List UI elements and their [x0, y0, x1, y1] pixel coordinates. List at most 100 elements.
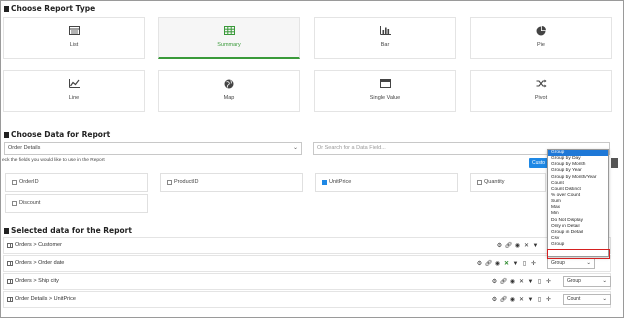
report-type-single-value-label: Single Value	[369, 95, 401, 101]
report-type-summary-card[interactable]: Summary	[158, 17, 300, 59]
gear-icon[interactable]: ⚙	[475, 260, 484, 268]
link-icon[interactable]: 🔗︎	[499, 278, 508, 286]
report-type-pie-label: Pie	[537, 42, 545, 48]
report-type-list-label: List	[69, 42, 79, 48]
delete-icon[interactable]: ▯	[535, 296, 544, 304]
selected-row-label: Orders > Ship city	[15, 278, 59, 284]
bar-chart-icon	[315, 26, 455, 36]
checkbox-orderid[interactable]	[12, 180, 17, 185]
report-builder-window: Choose Report Type List Summary Bar Pie …	[0, 0, 624, 318]
eye-icon[interactable]: ◉	[493, 260, 502, 268]
field-productid[interactable]: ProductID	[160, 173, 303, 192]
table-icon	[7, 261, 13, 266]
filter-icon[interactable]: ▼	[511, 260, 520, 268]
aggregate-select[interactable]: Count ⌄	[563, 294, 611, 305]
chevron-down-icon: ⌄	[602, 278, 607, 284]
row-toolbar: ⚙ 🔗︎ ◉ ✕ ▼ ▯ ✛	[490, 278, 553, 286]
chevron-down-icon: ⌄	[292, 145, 298, 151]
data-source-select[interactable]: Order Details ⌄	[4, 142, 302, 155]
selected-data-title: Selected data for the Report	[11, 226, 132, 235]
link-icon[interactable]: 🔗︎	[484, 260, 493, 268]
filter-icon[interactable]: ▼	[531, 242, 540, 250]
link-icon[interactable]: 🔗︎	[504, 242, 513, 250]
delete-icon[interactable]: ▯	[520, 260, 529, 268]
report-type-line-card[interactable]: Line	[3, 70, 145, 112]
checkbox-discount[interactable]	[12, 201, 17, 206]
gear-icon[interactable]: ⚙	[495, 242, 504, 250]
section-square-icon	[4, 6, 9, 12]
report-type-pie-card[interactable]: Pie	[470, 17, 612, 59]
move-icon[interactable]: ✛	[544, 278, 553, 286]
field-discount-label: Discount	[19, 200, 41, 206]
report-type-summary-label: Summary	[217, 42, 241, 48]
selected-row-unitprice[interactable]: Order Details > UnitPrice ⚙ 🔗︎ ◉ ✕ ▼ ▯ ✛ Count…	[3, 291, 611, 308]
chevron-down-icon: ⌄	[602, 296, 607, 302]
selected-data-heading: Selected data for the Report	[4, 226, 132, 235]
report-type-title: Choose Report Type	[11, 4, 96, 13]
aggregate-dropdown-list[interactable]: Group Group by Day Group by Month Group …	[547, 149, 609, 257]
filter-icon[interactable]: ▼	[526, 278, 535, 286]
report-type-list-card[interactable]: List	[3, 17, 145, 59]
search-placeholder: Or Search for a Data Field...	[317, 145, 386, 151]
close-icon[interactable]: ✕	[517, 296, 526, 304]
field-quantity-label: Quantity	[484, 179, 505, 185]
link-icon[interactable]: 🔗︎	[499, 296, 508, 304]
eye-icon[interactable]: ◉	[508, 296, 517, 304]
fields-hint-text: eck the fields you would like to use in …	[2, 158, 105, 163]
field-quantity[interactable]: Quantity	[470, 173, 546, 192]
report-type-heading: Choose Report Type	[4, 4, 95, 13]
report-type-map-card[interactable]: Map	[158, 70, 300, 112]
selected-row-order-date[interactable]: Orders > Order date ⚙ 🔗︎ ◉ ✕ ▼ ▯ ✛ Group ⌄	[3, 255, 611, 272]
selected-row-ship-city[interactable]: Orders > Ship city ⚙ 🔗︎ ◉ ✕ ▼ ▯ ✛ Group ⌄	[3, 273, 611, 290]
checkbox-unitprice[interactable]	[322, 180, 327, 185]
data-source-value: Order Details	[8, 145, 41, 151]
eye-icon[interactable]: ◉	[508, 278, 517, 286]
close-icon[interactable]: ✕	[517, 278, 526, 286]
custom-field-button[interactable]: Custo	[529, 158, 549, 168]
chevron-down-icon: ⌄	[586, 260, 591, 266]
delete-icon[interactable]: ▯	[535, 278, 544, 286]
move-icon[interactable]: ✛	[529, 260, 538, 268]
csv-highlight-box	[547, 249, 610, 259]
pie-chart-icon	[471, 26, 611, 36]
aggregate-select[interactable]: Group ⌄	[563, 276, 611, 287]
aggregate-value: Group	[551, 260, 565, 266]
report-type-pivot-card[interactable]: Pivot	[470, 70, 612, 112]
gear-icon[interactable]: ⚙	[490, 278, 499, 286]
dropdown-option[interactable]: Group	[548, 242, 608, 248]
report-type-single-value-card[interactable]: Single Value	[314, 70, 456, 112]
selected-row-label: Orders > Order date	[15, 260, 65, 266]
selected-row-customer[interactable]: Orders > Customer ⚙ 🔗︎ ◉ ✕ ▼	[3, 237, 611, 254]
checkbox-productid[interactable]	[167, 180, 172, 185]
globe-icon	[159, 79, 299, 89]
field-orderid[interactable]: OrderID	[5, 173, 148, 192]
report-type-bar-card[interactable]: Bar	[314, 17, 456, 59]
choose-data-title: Choose Data for Report	[11, 130, 111, 139]
close-icon[interactable]: ✕	[522, 242, 531, 250]
list-icon	[4, 26, 144, 36]
section-square-icon	[4, 132, 9, 138]
row-toolbar: ⚙ 🔗︎ ◉ ✕ ▼ ▯ ✛	[490, 296, 553, 304]
aggregate-value: Group	[567, 278, 581, 284]
report-type-map-label: Map	[223, 95, 235, 101]
selected-row-label: Order Details > UnitPrice	[15, 296, 76, 302]
eye-icon[interactable]: ◉	[513, 242, 522, 250]
field-unitprice[interactable]: UnitPrice	[315, 173, 458, 192]
filter-icon[interactable]: ▼	[526, 296, 535, 304]
line-chart-icon	[4, 79, 144, 89]
summary-grid-icon	[159, 26, 299, 36]
report-type-pivot-label: Pivot	[534, 95, 548, 101]
aggregate-select[interactable]: Group ⌄	[547, 258, 595, 269]
move-icon[interactable]: ✛	[544, 296, 553, 304]
field-discount[interactable]: Discount	[5, 194, 148, 213]
gear-icon[interactable]: ⚙	[490, 296, 499, 304]
checkbox-quantity[interactable]	[477, 180, 482, 185]
side-scroll-handle[interactable]	[611, 158, 618, 168]
add-icon[interactable]: ✕	[502, 260, 511, 268]
aggregate-value: Count	[567, 296, 581, 302]
field-productid-label: ProductID	[174, 179, 199, 185]
section-square-icon	[4, 228, 9, 234]
field-unitprice-label: UnitPrice	[329, 179, 352, 185]
table-icon	[7, 243, 13, 248]
field-orderid-label: OrderID	[19, 179, 39, 185]
